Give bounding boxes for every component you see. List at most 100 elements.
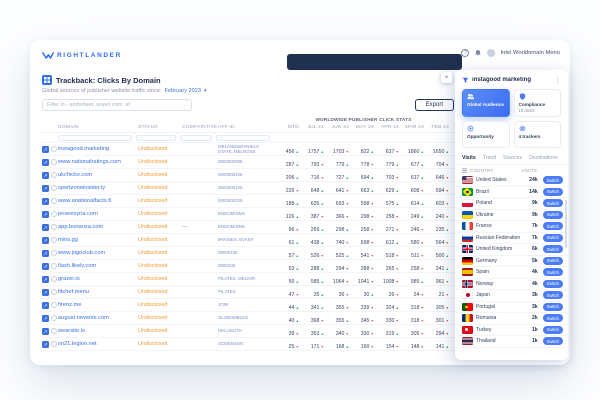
column-filter-aff-id[interactable] xyxy=(216,135,270,141)
open-domain-icon[interactable]: ↗ xyxy=(42,185,49,192)
user-menu[interactable]: Intel Worldomain Menu xyxy=(500,50,560,56)
switch-button[interactable]: Switch xyxy=(543,257,563,265)
domain-link[interactable]: jerseesyria.com xyxy=(58,211,138,217)
country-column-header[interactable]: COUNTRY xyxy=(470,168,494,173)
domain-info-icon[interactable] xyxy=(51,146,57,152)
visits-column-header[interactable]: VISITS xyxy=(522,168,537,173)
column-filter-status[interactable] xyxy=(136,135,176,141)
domain-link[interactable]: sn21.legion.net xyxy=(58,341,138,347)
panel-card-opportunity[interactable]: Opportunity xyxy=(462,121,510,148)
panel-card-4-trackers[interactable]: 4 trackers xyxy=(514,121,562,148)
chevron-down-icon[interactable]: ▾ xyxy=(204,88,207,94)
domain-link[interactable]: www.nationalratings.com xyxy=(58,159,138,165)
panel-card-compliance[interactable]: Compliance18 alerts xyxy=(514,89,562,117)
column-header-jun-24[interactable]: Jun 24 xyxy=(326,125,351,130)
open-domain-icon[interactable]: ↗ xyxy=(42,172,49,179)
domain-info-icon[interactable] xyxy=(51,185,57,191)
open-domain-icon[interactable]: ↗ xyxy=(42,159,49,166)
domain-info-icon[interactable] xyxy=(51,276,57,282)
avatar[interactable] xyxy=(487,49,495,57)
scrollbar[interactable] xyxy=(565,200,567,248)
column-header-status[interactable]: STATUS xyxy=(138,125,182,130)
tab-destinations[interactable]: Destinations xyxy=(529,155,558,161)
open-domain-icon[interactable]: ↗ xyxy=(42,289,49,296)
switch-button[interactable]: Switch xyxy=(543,291,563,299)
switch-button[interactable]: Switch xyxy=(543,337,563,345)
domain-link[interactable]: grazer.io xyxy=(58,276,138,282)
domain-link[interactable]: firenz.me xyxy=(58,302,138,308)
domain-info-icon[interactable] xyxy=(51,250,57,256)
domain-link[interactable]: www.anationalfacts.fi xyxy=(58,198,138,204)
open-domain-icon[interactable]: ↗ xyxy=(42,211,49,218)
column-header-apr-24[interactable]: Apr 24 xyxy=(376,125,401,130)
search-input[interactable] xyxy=(42,99,192,111)
column-header-domain[interactable]: DOMAIN xyxy=(58,125,138,130)
switch-button[interactable]: Switch xyxy=(543,326,563,334)
open-domain-icon[interactable]: ↗ xyxy=(42,315,49,322)
switch-button[interactable]: Switch xyxy=(543,245,563,253)
column-header-mtd[interactable]: MTD xyxy=(276,125,301,130)
domain-link[interactable]: app.bonanza.com xyxy=(58,224,138,230)
open-domain-icon[interactable]: ↗ xyxy=(42,302,49,309)
switch-button[interactable]: Switch xyxy=(543,280,563,288)
switch-button[interactable]: Switch xyxy=(543,268,563,276)
switch-button[interactable]: Switch xyxy=(543,188,563,196)
open-domain-icon[interactable]: ↗ xyxy=(42,276,49,283)
export-button[interactable]: Export xyxy=(415,99,454,111)
switch-button[interactable]: Switch xyxy=(543,234,563,242)
open-domain-icon[interactable]: ↗ xyxy=(42,198,49,205)
domain-link[interactable]: instagood.marketing xyxy=(58,146,138,152)
domain-link[interactable]: mins.gg xyxy=(58,237,138,243)
domain-info-icon[interactable] xyxy=(51,211,57,217)
column-filter-domain[interactable] xyxy=(58,135,132,141)
open-domain-icon[interactable]: ↗ xyxy=(42,250,49,257)
domain-link[interactable]: www.jogoclub.com xyxy=(58,250,138,256)
domain-info-icon[interactable] xyxy=(51,159,57,165)
open-domain-icon[interactable]: ↗ xyxy=(42,328,49,335)
tab-sources[interactable]: Sources xyxy=(503,155,522,161)
close-icon[interactable]: × xyxy=(441,72,452,83)
notifications-icon[interactable] xyxy=(474,49,482,57)
kebab-menu-icon[interactable]: ⋮ xyxy=(555,76,562,84)
domain-link[interactable]: august.nevents.com xyxy=(58,315,138,321)
domain-info-icon[interactable] xyxy=(51,198,57,204)
domain-link[interactable]: flash.likely.com xyxy=(58,263,138,269)
domain-info-icon[interactable] xyxy=(51,315,57,321)
column-header-feb-24[interactable]: Feb 24 xyxy=(426,125,451,130)
help-icon[interactable]: ? xyxy=(461,49,469,57)
domain-link[interactable]: fitchef.menu xyxy=(58,289,138,295)
panel-card-global-audience[interactable]: Global Audience xyxy=(462,89,510,117)
open-domain-icon[interactable]: ↗ xyxy=(42,224,49,231)
date-filter-dropdown[interactable]: February 2023 xyxy=(165,88,201,94)
column-filter-comparitive[interactable] xyxy=(180,135,212,141)
domain-info-icon[interactable] xyxy=(51,302,57,308)
column-header-mar-24[interactable]: Mar 24 xyxy=(401,125,426,130)
tab-visits[interactable]: Visits xyxy=(462,155,476,161)
column-header-may-24[interactable]: May 24 xyxy=(351,125,376,130)
domain-info-icon[interactable] xyxy=(51,328,57,334)
brand-logo[interactable]: RIGHTLANDER xyxy=(42,51,122,60)
open-domain-icon[interactable]: ↗ xyxy=(42,341,49,348)
domain-link[interactable]: wearsite.io xyxy=(58,328,138,334)
switch-button[interactable]: Switch xyxy=(543,211,563,219)
domain-info-icon[interactable] xyxy=(51,224,57,230)
switch-button[interactable]: Switch xyxy=(543,199,563,207)
column-header-jul-24[interactable]: Jul 24 xyxy=(301,125,326,130)
column-header-comparitive[interactable]: COMPARITIVE xyxy=(182,125,218,130)
domain-info-icon[interactable] xyxy=(51,263,57,269)
switch-button[interactable]: Switch xyxy=(543,303,563,311)
domain-info-icon[interactable] xyxy=(51,237,57,243)
switch-button[interactable]: Switch xyxy=(543,176,563,184)
switch-button[interactable]: Switch xyxy=(543,222,563,230)
tab-trend[interactable]: Trend xyxy=(483,155,496,161)
domain-info-icon[interactable] xyxy=(51,172,57,178)
domain-info-icon[interactable] xyxy=(51,289,57,295)
open-domain-icon[interactable]: ↗ xyxy=(42,237,49,244)
column-header-aff-id[interactable]: AFF ID xyxy=(218,125,276,130)
domain-link[interactable]: sportzoneinsider.ly xyxy=(58,185,138,191)
switch-button[interactable]: Switch xyxy=(543,314,563,322)
open-domain-icon[interactable]: ↗ xyxy=(42,263,49,270)
open-domain-icon[interactable]: ↗ xyxy=(42,146,49,153)
domain-info-icon[interactable] xyxy=(51,341,57,347)
domain-link[interactable]: ukchicks.com xyxy=(58,172,138,178)
